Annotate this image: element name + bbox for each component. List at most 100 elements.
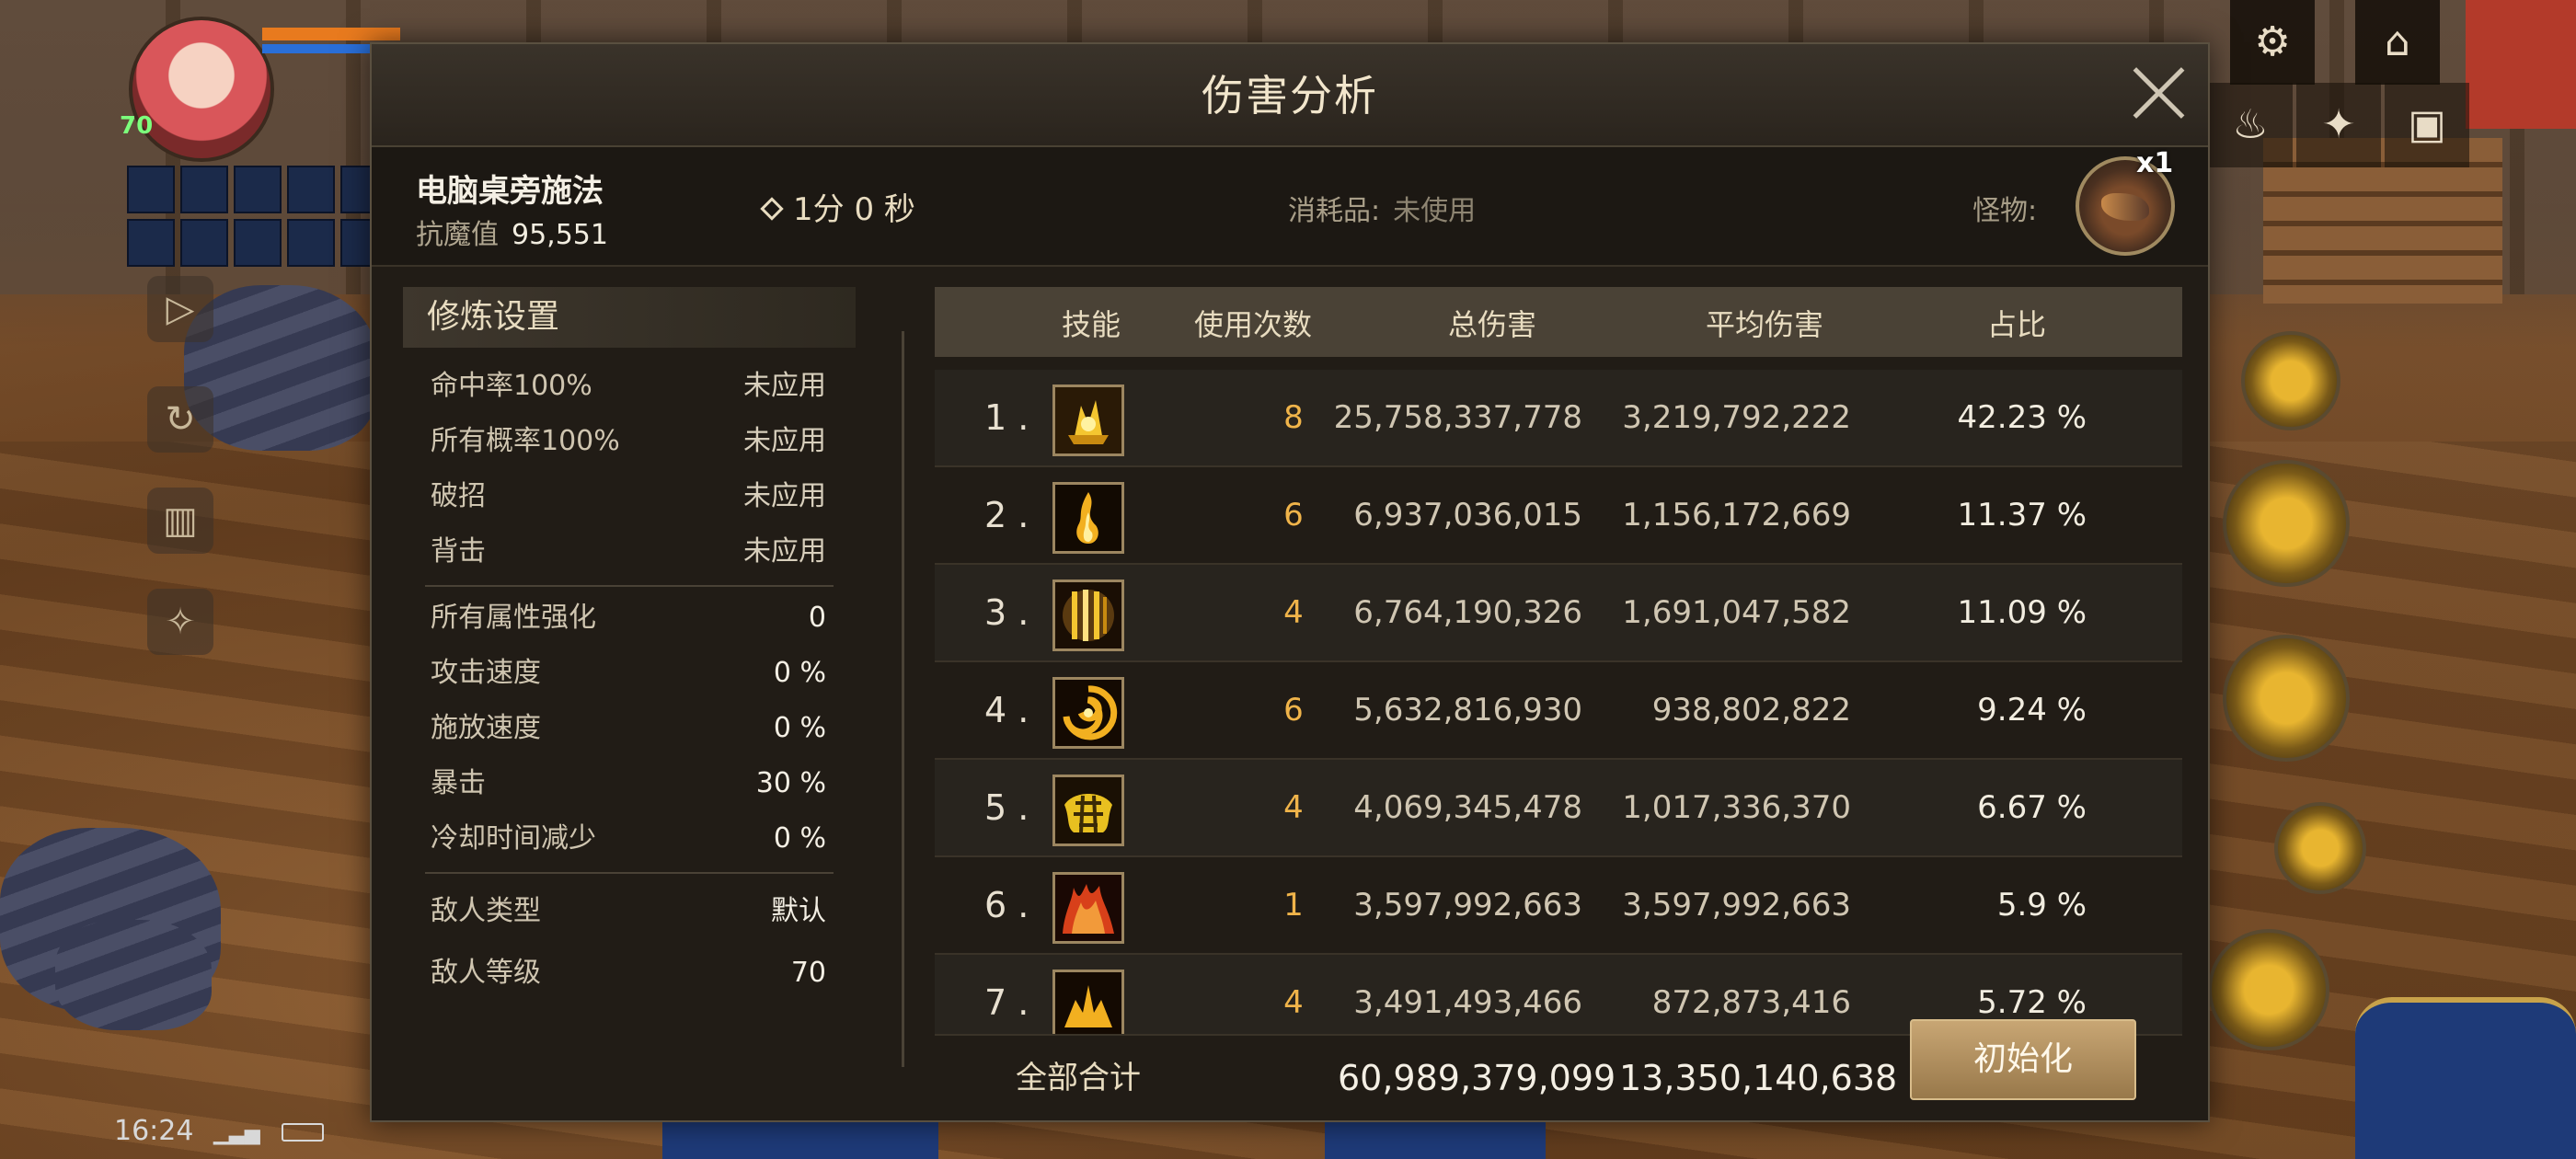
col-avg: 平均伤害	[1706, 307, 1824, 342]
setting-row: 敌人等级 70	[403, 946, 856, 1001]
row-uses: 8	[1283, 399, 1304, 436]
resist-stat: 抗魔值 95,551	[416, 212, 608, 252]
refresh-icon[interactable]: ↻	[147, 386, 213, 453]
setting-label: 背击	[431, 535, 486, 568]
row-uses: 6	[1283, 497, 1304, 534]
table-row: 2 . 6 6,937,036,015 1,156,172,669 11.37 …	[935, 467, 2182, 565]
row-uses: 4	[1283, 984, 1304, 1021]
row-total: 6,764,190,326	[1353, 594, 1582, 631]
row-ratio: 5.72 %	[1977, 984, 2087, 1021]
quick-skill-slot[interactable]	[180, 166, 228, 213]
table-row: 5 . 4 4,069,345,478 1,017,336,370 6.67 %	[935, 760, 2182, 857]
reset-button[interactable]: 初始化	[1910, 1019, 2136, 1100]
setting-label: 攻击速度	[431, 657, 541, 689]
col-skill: 技能	[1062, 307, 1121, 342]
setting-value: 未应用	[743, 535, 826, 568]
setting-value: 0 %	[773, 822, 826, 855]
table-row: 3 . 4 6,764,190,326 1,691,047,582 11.09 …	[935, 565, 2182, 662]
duration-value: 1分 0 秒	[793, 191, 915, 228]
skill-damage-table[interactable]: 1 . 8 25,758,337,778 3,219,792,222 42.23…	[935, 370, 2182, 1034]
potion-icon[interactable]: ♨	[2208, 83, 2293, 167]
settings-icon[interactable]: ⚙	[2230, 0, 2315, 85]
consumable-label: 消耗品:	[1288, 195, 1381, 227]
row-total: 6,937,036,015	[1353, 497, 1582, 534]
sparkle-icon[interactable]: ✦	[2296, 83, 2381, 167]
play-icon[interactable]: ▷	[147, 276, 213, 342]
row-avg: 1,017,336,370	[1622, 789, 1851, 826]
setting-row: 所有属性强化 0	[403, 591, 856, 646]
skill-orb[interactable]	[2223, 635, 2350, 762]
bag-icon[interactable]: ▣	[2385, 83, 2469, 167]
quick-skill-slot[interactable]	[234, 166, 282, 213]
vortex-icon	[1052, 677, 1124, 749]
skill-orb[interactable]	[2274, 802, 2366, 894]
clock: 16:24	[114, 1115, 194, 1147]
quick-skill-slot[interactable]	[287, 166, 335, 213]
quick-skill-slot[interactable]	[234, 219, 282, 267]
stats-icon[interactable]: ▥	[147, 488, 213, 554]
row-avg: 872,873,416	[1651, 984, 1851, 1021]
row-avg: 938,802,822	[1651, 692, 1851, 729]
quick-skill-slot[interactable]	[180, 219, 228, 267]
row-rank: 2 .	[984, 495, 1029, 535]
row-rank: 4 .	[984, 690, 1029, 730]
skill-orb[interactable]	[2223, 460, 2350, 587]
consumable-value: 未使用	[1393, 195, 1477, 227]
row-uses: 4	[1283, 594, 1304, 631]
player-avatar[interactable]	[129, 17, 274, 162]
col-ratio: 占比	[1987, 307, 2047, 342]
panel-divider	[902, 331, 904, 1067]
player-level: 70	[120, 112, 154, 140]
total-label: 全部合计	[1016, 1060, 1141, 1096]
hp-bar	[262, 28, 400, 40]
setting-label: 命中率100%	[431, 370, 592, 402]
close-icon[interactable]	[2129, 63, 2190, 123]
battery-icon	[282, 1122, 325, 1142]
row-avg: 1,691,047,582	[1622, 594, 1851, 631]
average-damage-sum: 13,350,140,638	[1619, 1058, 1898, 1098]
row-avg: 3,597,992,663	[1622, 887, 1851, 924]
home-icon[interactable]: ⌂	[2355, 0, 2440, 85]
setting-row: 攻击速度 0 %	[403, 646, 856, 701]
setting-value: 0	[808, 602, 826, 634]
row-rank: 3 .	[984, 592, 1029, 633]
row-uses: 4	[1283, 789, 1304, 826]
row-rank: 7 .	[984, 982, 1029, 1023]
resist-label: 抗魔值	[416, 219, 499, 251]
row-ratio: 11.37 %	[1957, 497, 2087, 534]
col-total: 总伤害	[1448, 307, 1537, 342]
setting-value: 未应用	[743, 480, 826, 512]
setting-row: 暴击 30 %	[403, 756, 856, 811]
setting-label: 所有概率100%	[431, 425, 620, 457]
setting-row: 所有概率100% 未应用	[403, 414, 856, 469]
monster-label: 怪物:	[1972, 195, 2038, 227]
setting-label: 暴击	[431, 767, 486, 799]
quick-skill-slot[interactable]	[127, 219, 175, 267]
table-row: 1 . 8 25,758,337,778 3,219,792,222 42.23…	[935, 370, 2182, 467]
setting-label: 所有属性强化	[431, 602, 596, 634]
setting-value: 未应用	[743, 370, 826, 402]
setting-value: 0 %	[773, 712, 826, 744]
setting-value: 30 %	[755, 767, 826, 799]
setting-value: 未应用	[743, 425, 826, 457]
quick-skill-slot[interactable]	[127, 166, 175, 213]
golden-crystal-burst-icon	[1052, 384, 1124, 456]
row-total: 4,069,345,478	[1353, 789, 1582, 826]
row-avg: 1,156,172,669	[1622, 497, 1851, 534]
dialog-title: 伤害分析	[1202, 71, 1378, 120]
table-row: 6 . 1 3,597,992,663 3,597,992,663 5.9 %	[935, 857, 2182, 955]
row-ratio: 6.67 %	[1977, 789, 2087, 826]
row-ratio: 42.23 %	[1957, 399, 2087, 436]
training-icon[interactable]: ✧	[147, 589, 213, 655]
setting-label: 冷却时间减少	[431, 822, 596, 855]
skill-orb[interactable]	[2208, 929, 2329, 1050]
quick-skill-slot[interactable]	[287, 219, 335, 267]
setting-label: 破招	[431, 480, 486, 512]
skill-orb[interactable]	[2241, 331, 2340, 430]
resist-value: 95,551	[512, 219, 608, 251]
golden-eruption-icon	[1052, 970, 1124, 1034]
row-ratio: 9.24 %	[1977, 692, 2087, 729]
setting-label: 敌人等级	[431, 957, 541, 989]
row-uses: 6	[1283, 692, 1304, 729]
row-uses: 1	[1283, 887, 1304, 924]
